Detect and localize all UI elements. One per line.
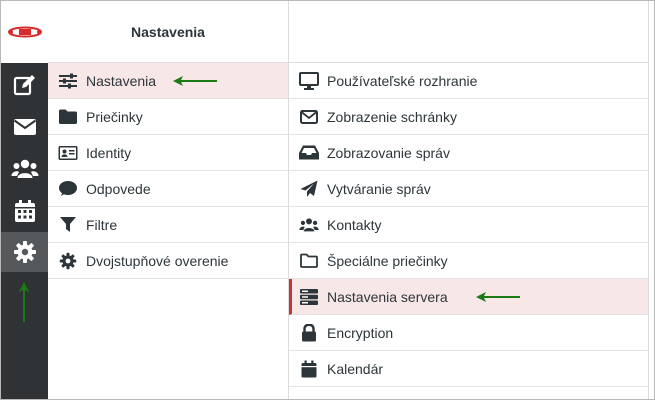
section-item-vytvaranie-sprav[interactable]: Vytváranie správ [289,171,648,207]
section-item-label: Kalendár [327,360,384,377]
mail-icon [13,117,37,137]
section-item-nastavenia-servera[interactable]: Nastavenia servera [289,279,648,315]
section-item-zobrazenie-schranky[interactable]: Zobrazenie schránky [289,99,648,135]
lock-icon [299,323,319,343]
settings-item-label: Identity [86,144,132,161]
settings-window: Nastavenia Nastavenia Priečinky Identity… [0,0,655,400]
compose-icon [13,73,37,97]
section-item-label: Zobrazovanie správ [327,144,450,161]
annotation-arrow-up [18,282,30,325]
gear-icon [13,240,37,264]
compose-button[interactable] [1,65,48,105]
settings-item-label: Odpovede [86,180,151,197]
inbox-icon [299,143,319,163]
settings-item-nastavenia[interactable]: Nastavenia [48,63,288,99]
section-item-label: Používateľské rozhranie [327,72,478,89]
app-rail [1,1,48,399]
section-item-label: Špeciálne priečinky [327,252,448,269]
sections-panel-header [289,1,648,63]
sliders-icon [58,71,78,91]
section-item-label: Vytváranie správ [327,180,431,197]
annotation-arrow-left [173,75,217,87]
server-icon [299,287,319,307]
section-item-label: Nastavenia servera [327,288,448,305]
settings-item-filtre[interactable]: Filtre [48,207,288,243]
comment-icon [58,179,78,199]
folder-outline-icon [299,251,319,271]
section-item-label: Kontakty [327,216,382,233]
monitor-icon [299,71,319,91]
calendar-icon [14,199,36,223]
mail-button[interactable] [1,107,48,147]
calendar-small-icon [299,359,319,379]
cog-icon [58,251,78,271]
section-item-encryption[interactable]: Encryption [289,315,648,351]
users-icon [299,215,319,235]
section-item-kalendar[interactable]: Kalendár [289,351,648,387]
section-item-pouzivatelske-rozhranie[interactable]: Používateľské rozhranie [289,63,648,99]
settings-item-label: Filtre [86,216,118,233]
settings-item-dvojstupnove-overenie[interactable]: Dvojstupňové overenie [48,243,288,279]
section-item-specialne-priecinky[interactable]: Špeciálne priečinky [289,243,648,279]
calendar-button[interactable] [1,191,48,231]
settings-button[interactable] [1,232,48,272]
section-item-label: Encryption [327,324,394,341]
id-card-icon [58,143,78,163]
contacts-button[interactable] [1,149,48,189]
settings-sections-panel: Používateľské rozhranie Zobrazenie schrá… [289,1,649,399]
brand-logo[interactable] [1,1,48,63]
section-item-label: Zobrazenie schránky [327,108,457,125]
contacts-icon [11,158,39,180]
settings-item-label: Dvojstupňové overenie [86,252,229,269]
paper-plane-icon [299,179,319,199]
settings-item-label: Nastavenia [86,72,157,89]
settings-item-odpovede[interactable]: Odpovede [48,171,288,207]
settings-item-identity[interactable]: Identity [48,135,288,171]
sections-list: Používateľské rozhranie Zobrazenie schrá… [289,63,648,387]
settings-list: Nastavenia Priečinky Identity Odpovede F… [48,63,288,279]
section-item-kontakty[interactable]: Kontakty [289,207,648,243]
settings-item-priecinky[interactable]: Priečinky [48,99,288,135]
settings-panel-title: Nastavenia [48,1,288,63]
envelope-icon [299,107,319,127]
settings-item-label: Priečinky [86,108,143,125]
annotation-arrow-left [476,291,520,303]
filter-icon [58,215,78,235]
section-item-zobrazovanie-sprav[interactable]: Zobrazovanie správ [289,135,648,171]
settings-list-panel: Nastavenia Nastavenia Priečinky Identity… [48,1,289,399]
folder-icon [58,107,78,127]
